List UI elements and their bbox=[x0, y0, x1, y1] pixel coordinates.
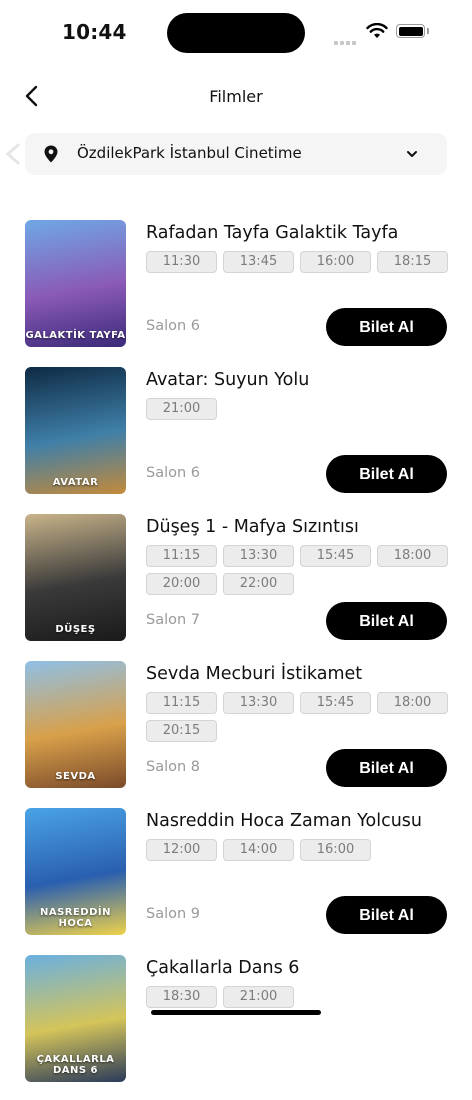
movie-title[interactable]: Nasreddin Hoca Zaman Yolcusu bbox=[146, 811, 422, 831]
cinema-selector[interactable]: ÖzdilekPark İstanbul Cinetime bbox=[25, 133, 447, 175]
movie-poster[interactable]: DÜŞEŞ bbox=[25, 514, 126, 641]
salon-label: Salon 6 bbox=[146, 318, 201, 334]
nav-bar: Filmler bbox=[0, 70, 472, 120]
poster-caption: AVATAR bbox=[52, 477, 99, 488]
movie-poster[interactable]: ÇAKALLARLA DANS 6 bbox=[25, 955, 126, 1082]
showtime-chip[interactable]: 12:00 bbox=[146, 839, 217, 861]
showtimes: 21:00 bbox=[146, 398, 451, 420]
buy-ticket-button[interactable]: Bilet Al bbox=[326, 896, 447, 934]
salon-label: Salon 6 bbox=[146, 465, 201, 481]
showtimes: 12:00 14:00 16:00 bbox=[146, 839, 451, 861]
showtime-chip[interactable]: 16:00 bbox=[300, 839, 371, 861]
movie-poster[interactable]: SEVDA bbox=[25, 661, 126, 788]
showtime-chip[interactable]: 18:15 bbox=[377, 251, 448, 273]
showtime-chip[interactable]: 13:30 bbox=[223, 545, 294, 567]
showtime-chip[interactable]: 22:00 bbox=[223, 573, 294, 595]
showtime-chip[interactable]: 21:00 bbox=[146, 398, 217, 420]
battery-icon bbox=[396, 24, 425, 38]
movie-list: GALAKTİK TAYFA Rafadan Tayfa Galaktik Ta… bbox=[0, 218, 472, 1100]
showtime-chip[interactable]: 20:00 bbox=[146, 573, 217, 595]
movie-poster[interactable]: GALAKTİK TAYFA bbox=[25, 220, 126, 347]
showtime-chip[interactable]: 11:30 bbox=[146, 251, 217, 273]
showtime-chip[interactable]: 18:00 bbox=[377, 692, 448, 714]
edge-chevron-icon bbox=[5, 143, 20, 165]
showtime-chip[interactable]: 18:30 bbox=[146, 986, 217, 1008]
buy-ticket-button[interactable]: Bilet Al bbox=[326, 749, 447, 787]
poster-caption: NASREDDİN HOCA bbox=[39, 907, 112, 929]
movie-title[interactable]: Rafadan Tayfa Galaktik Tayfa bbox=[146, 223, 398, 243]
movie-card: GALAKTİK TAYFA Rafadan Tayfa Galaktik Ta… bbox=[0, 218, 472, 365]
showtimes: 11:15 13:30 15:45 18:00 20:15 bbox=[146, 692, 451, 742]
showtimes: 18:30 21:00 bbox=[146, 986, 451, 1008]
showtime-chip[interactable]: 13:30 bbox=[223, 692, 294, 714]
buy-ticket-button[interactable]: Bilet Al bbox=[326, 602, 447, 640]
movie-title[interactable]: Çakallarla Dans 6 bbox=[146, 958, 299, 978]
page-title: Filmler bbox=[209, 87, 263, 106]
poster-caption: DÜŞEŞ bbox=[55, 624, 96, 635]
dynamic-island bbox=[167, 13, 305, 53]
showtimes: 11:15 13:30 15:45 18:00 20:00 22:00 bbox=[146, 545, 451, 595]
movie-card: ÇAKALLARLA DANS 6 Çakallarla Dans 6 18:3… bbox=[0, 953, 472, 1100]
cellular-signal-icon bbox=[334, 30, 358, 49]
cinema-name: ÖzdilekPark İstanbul Cinetime bbox=[77, 144, 302, 162]
battery-cap bbox=[427, 28, 429, 34]
map-pin-icon bbox=[44, 145, 58, 163]
wifi-icon bbox=[366, 23, 388, 38]
movie-card: NASREDDİN HOCA Nasreddin Hoca Zaman Yolc… bbox=[0, 806, 472, 953]
salon-label: Salon 9 bbox=[146, 906, 201, 922]
movie-title[interactable]: Sevda Mecburi İstikamet bbox=[146, 664, 362, 684]
status-bar: 10:44 bbox=[0, 0, 472, 60]
movie-card: AVATAR Avatar: Suyun Yolu 21:00 Salon 6 … bbox=[0, 365, 472, 512]
showtime-chip[interactable]: 18:00 bbox=[377, 545, 448, 567]
status-time: 10:44 bbox=[62, 20, 127, 44]
showtime-chip[interactable]: 14:00 bbox=[223, 839, 294, 861]
chevron-down-icon bbox=[407, 151, 417, 157]
buy-ticket-button[interactable]: Bilet Al bbox=[326, 455, 447, 493]
movie-poster[interactable]: NASREDDİN HOCA bbox=[25, 808, 126, 935]
showtime-chip[interactable]: 15:45 bbox=[300, 692, 371, 714]
movie-card: DÜŞEŞ Düşeş 1 - Mafya Sızıntısı 11:15 13:… bbox=[0, 512, 472, 659]
buy-ticket-button[interactable]: Bilet Al bbox=[326, 308, 447, 346]
poster-caption: SEVDA bbox=[55, 771, 96, 782]
showtime-chip[interactable]: 21:00 bbox=[223, 986, 294, 1008]
showtime-chip[interactable]: 15:45 bbox=[300, 545, 371, 567]
showtimes: 11:30 13:45 16:00 18:15 bbox=[146, 251, 451, 273]
movie-card: SEVDA Sevda Mecburi İstikamet 11:15 13:30… bbox=[0, 659, 472, 806]
showtime-chip[interactable]: 11:15 bbox=[146, 692, 217, 714]
showtime-chip[interactable]: 11:15 bbox=[146, 545, 217, 567]
movie-title[interactable]: Avatar: Suyun Yolu bbox=[146, 370, 309, 390]
salon-label: Salon 8 bbox=[146, 759, 201, 775]
showtime-chip[interactable]: 13:45 bbox=[223, 251, 294, 273]
movie-title[interactable]: Düşeş 1 - Mafya Sızıntısı bbox=[146, 517, 359, 537]
showtime-chip[interactable]: 16:00 bbox=[300, 251, 371, 273]
poster-caption: GALAKTİK TAYFA bbox=[25, 330, 126, 341]
showtime-chip[interactable]: 20:15 bbox=[146, 720, 217, 742]
home-indicator bbox=[151, 1010, 321, 1015]
poster-caption: ÇAKALLARLA DANS 6 bbox=[36, 1054, 115, 1076]
salon-label: Salon 7 bbox=[146, 612, 201, 628]
movie-poster[interactable]: AVATAR bbox=[25, 367, 126, 494]
